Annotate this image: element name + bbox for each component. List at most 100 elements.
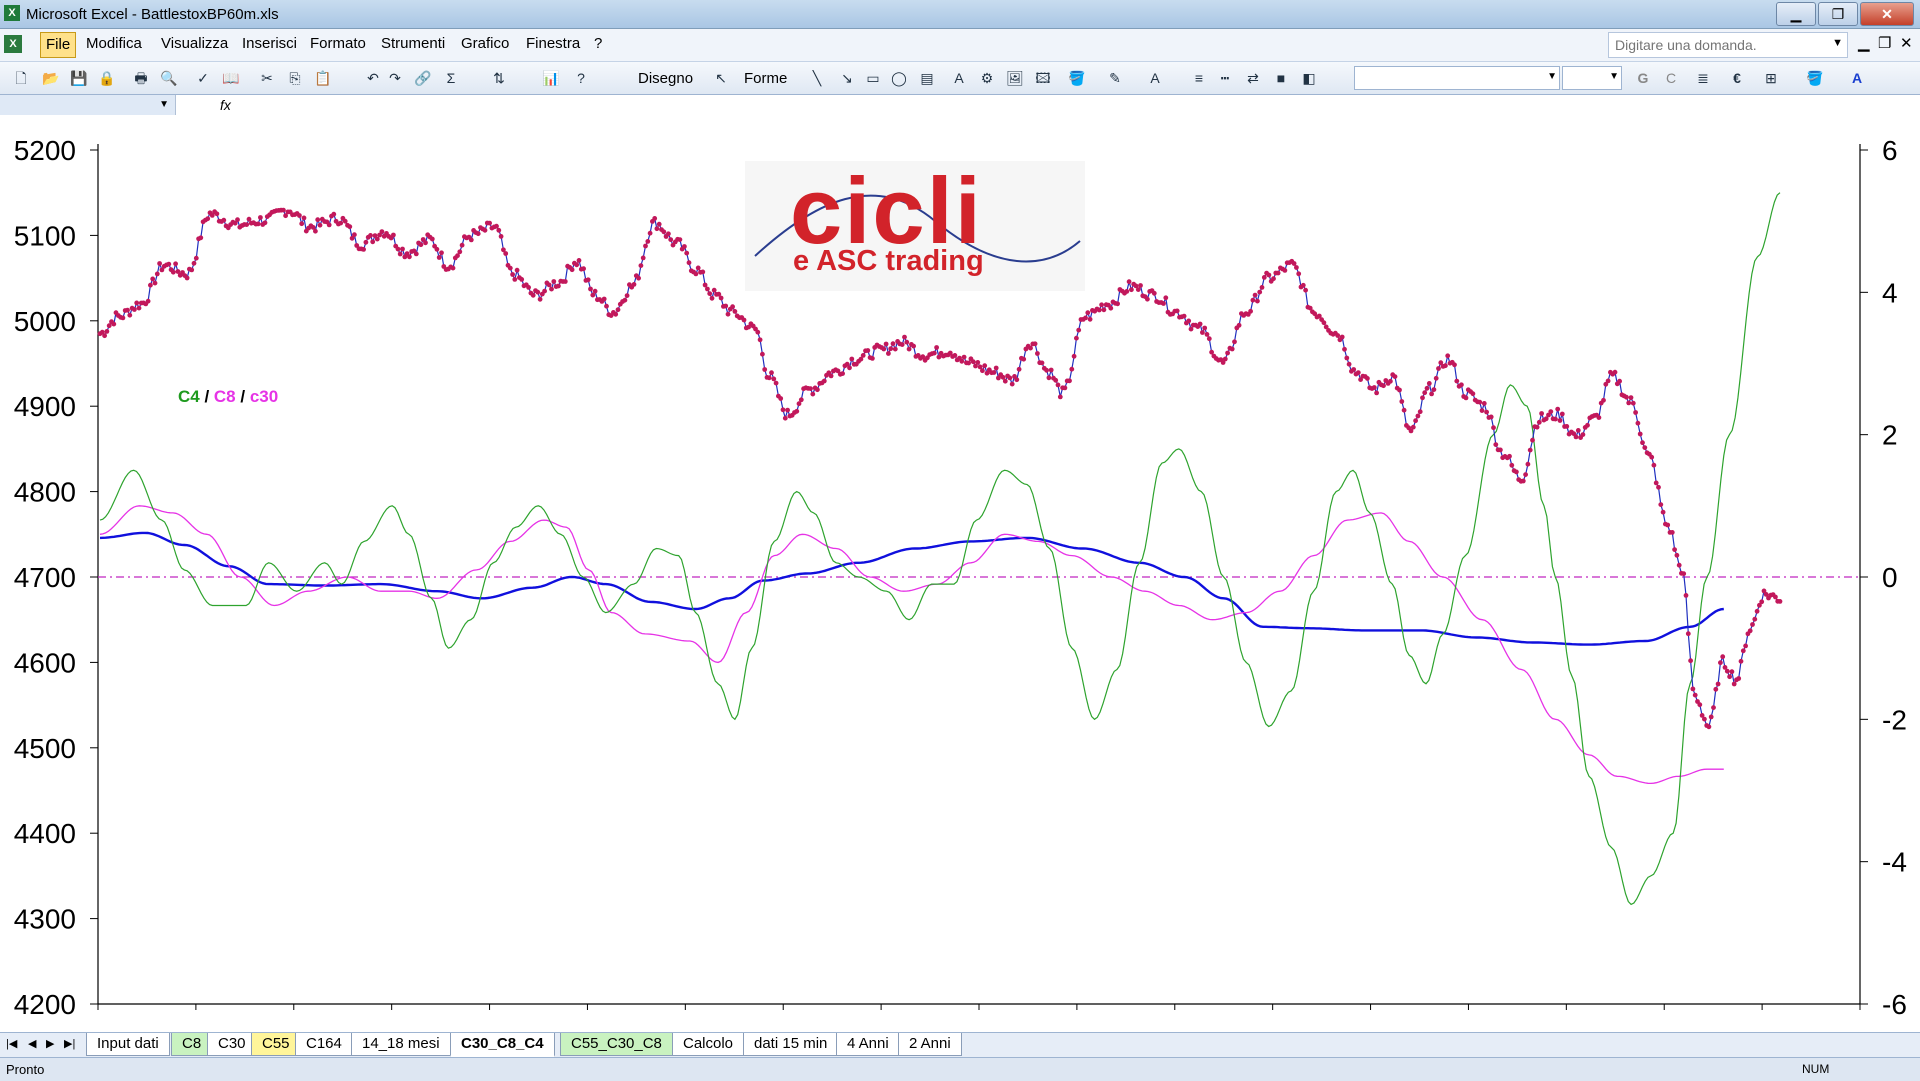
fx-icon[interactable]: fx	[220, 97, 231, 113]
line-color-icon[interactable]: ✎	[1106, 69, 1124, 87]
tab-c8[interactable]: C8	[171, 1033, 213, 1056]
shadow-style-icon[interactable]: ■	[1272, 69, 1290, 87]
line-style-icon[interactable]: ≡	[1190, 69, 1208, 87]
menu-strumenti[interactable]: Strumenti	[381, 35, 445, 52]
chevron-down-icon[interactable]: ▼	[159, 99, 169, 110]
spelling-icon[interactable]: ✓	[194, 69, 212, 87]
menu-inserisci[interactable]: Inserisci	[242, 35, 297, 52]
ask-question-box[interactable]: ▼	[1608, 32, 1848, 58]
wordart-icon[interactable]: A	[950, 69, 968, 87]
tab-c55[interactable]: C55	[251, 1033, 301, 1056]
price-point	[980, 368, 985, 374]
tab-14-18-mesi[interactable]: 14_18 mesi	[351, 1033, 451, 1056]
price-point	[1335, 333, 1341, 338]
hyperlink-icon[interactable]: 🔗	[414, 69, 432, 87]
menu-help[interactable]: ?	[594, 35, 602, 52]
new-document-icon[interactable]: 🗋	[12, 69, 30, 87]
menu-modifica[interactable]: Modifica	[86, 35, 142, 52]
menu-formato[interactable]: Formato	[310, 35, 366, 52]
autosum-icon[interactable]: Σ	[442, 69, 460, 87]
price-point	[1085, 310, 1091, 316]
tab-c30-c8-c4[interactable]: C30_C8_C4	[450, 1033, 555, 1057]
euro-button[interactable]: €	[1728, 69, 1746, 87]
tab-c55-c30-c8[interactable]: C55_C30_C8	[560, 1033, 673, 1056]
font-size-combo[interactable]: ▼	[1562, 66, 1622, 90]
tab-calcolo[interactable]: Calcolo	[672, 1033, 745, 1056]
dash-style-icon[interactable]: ┅	[1216, 69, 1234, 87]
tab-2-anni[interactable]: 2 Anni	[898, 1033, 962, 1056]
menu-visualizza[interactable]: Visualizza	[161, 35, 228, 52]
tab-4-anni[interactable]: 4 Anni	[836, 1033, 900, 1056]
bold-button[interactable]: G	[1634, 69, 1652, 87]
borders-icon[interactable]: ⊞	[1762, 69, 1780, 87]
doc-restore-button[interactable]: ❐	[1878, 34, 1891, 52]
price-point	[1197, 321, 1203, 327]
price-point	[551, 279, 557, 284]
maximize-button[interactable]: ❐	[1818, 2, 1858, 26]
chevron-down-icon[interactable]: ▼	[1832, 37, 1843, 49]
name-box[interactable]: ▼	[0, 95, 176, 115]
print-preview-icon[interactable]: 🔍	[160, 69, 178, 87]
print-icon[interactable]: 🖶	[132, 69, 150, 87]
price-point	[588, 286, 593, 292]
price-point	[317, 222, 323, 228]
price-point	[1225, 350, 1230, 356]
arrow-icon[interactable]: ↘	[838, 69, 856, 87]
ask-question-input[interactable]	[1609, 33, 1827, 57]
research-icon[interactable]: 📖	[222, 69, 240, 87]
chart-area[interactable]: 5200 5100 5000 4900 4800 4700 4600 4500 4400 4300…	[0, 117, 1920, 1032]
align-icon[interactable]: ≣	[1694, 69, 1712, 87]
redo-icon[interactable]: ↷	[386, 69, 404, 87]
italic-button[interactable]: C	[1662, 69, 1680, 87]
first-sheet-icon[interactable]: |◀	[6, 1037, 17, 1050]
price-point	[661, 229, 667, 235]
price-point	[418, 242, 424, 248]
rectangle-icon[interactable]: ▭	[864, 69, 882, 87]
clipart-icon[interactable]: 🖼	[1006, 69, 1024, 87]
paste-icon[interactable]: 📋	[314, 69, 332, 87]
price-point	[1731, 681, 1737, 687]
price-point	[1426, 381, 1432, 386]
excel-document-icon[interactable]: X	[4, 35, 22, 53]
menu-file[interactable]: File	[40, 32, 77, 58]
font-color-2-icon[interactable]: A	[1848, 69, 1866, 87]
undo-icon[interactable]: ↶	[364, 69, 382, 87]
tab-c164[interactable]: C164	[295, 1033, 353, 1056]
open-folder-icon[interactable]: 📂	[42, 69, 60, 87]
select-pointer-icon[interactable]: ↖	[712, 69, 730, 87]
prev-sheet-icon[interactable]: ◀	[28, 1037, 36, 1050]
tab-dati-15-min[interactable]: dati 15 min	[743, 1033, 839, 1056]
copy-icon[interactable]: ⎘	[286, 69, 304, 87]
draw-menu-label[interactable]: Disegno	[638, 70, 693, 87]
permission-icon[interactable]: 🔒	[98, 69, 116, 87]
fill-color-2-icon[interactable]: 🪣	[1806, 69, 1824, 87]
arrow-style-icon[interactable]: ⇄	[1244, 69, 1262, 87]
3d-style-icon[interactable]: ◧	[1300, 69, 1318, 87]
textbox-icon[interactable]: ▤	[918, 69, 936, 87]
next-sheet-icon[interactable]: ▶	[46, 1037, 54, 1050]
line-icon[interactable]: ╲	[808, 69, 826, 87]
chart-wizard-icon[interactable]: 📊	[542, 69, 560, 87]
minimize-button[interactable]: ▁	[1776, 2, 1816, 26]
shapes-menu-label[interactable]: Forme	[744, 70, 787, 87]
menu-grafico[interactable]: Grafico	[461, 35, 509, 52]
font-color-icon[interactable]: A	[1146, 69, 1164, 87]
menu-finestra[interactable]: Finestra	[526, 35, 580, 52]
price-point	[1637, 431, 1643, 437]
tab-c30[interactable]: C30	[207, 1033, 257, 1056]
doc-minimize-button[interactable]: ▁	[1858, 34, 1870, 52]
doc-close-button[interactable]: ✕	[1900, 34, 1913, 52]
fill-color-icon[interactable]: 🪣	[1068, 69, 1086, 87]
diagram-icon[interactable]: ⚙	[978, 69, 996, 87]
picture-icon[interactable]: 🖾	[1034, 69, 1052, 87]
save-icon[interactable]: 💾	[70, 69, 88, 87]
last-sheet-icon[interactable]: ▶|	[64, 1037, 75, 1050]
excel-app-icon[interactable]: X	[4, 5, 20, 21]
help-icon[interactable]: ?	[572, 69, 590, 87]
oval-icon[interactable]: ◯	[890, 69, 908, 87]
cut-icon[interactable]: ✂	[258, 69, 276, 87]
tab-input-dati[interactable]: Input dati	[86, 1033, 170, 1056]
sort-ascending-icon[interactable]: ⇅	[490, 69, 508, 87]
close-button[interactable]: ✕	[1860, 2, 1914, 26]
font-name-combo[interactable]: ▼	[1354, 66, 1560, 90]
